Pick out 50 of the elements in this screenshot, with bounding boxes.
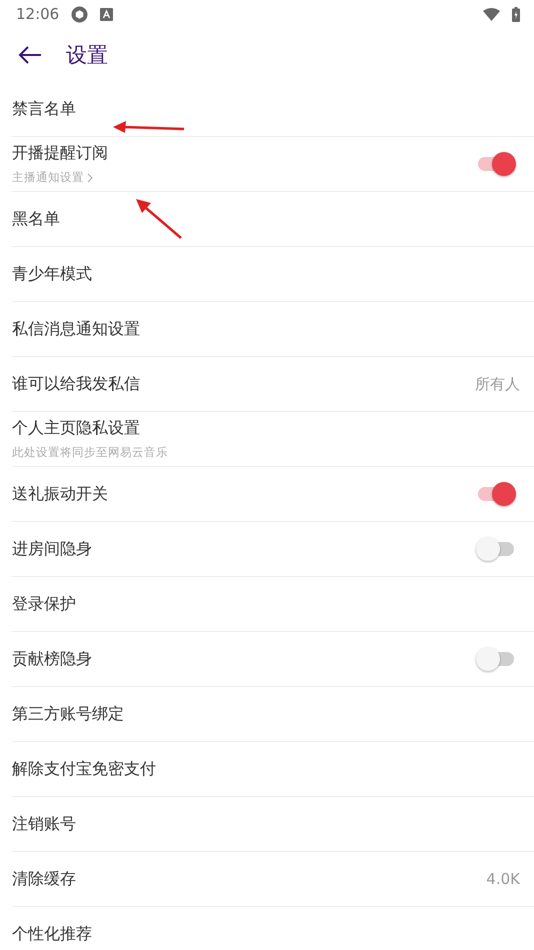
status-time: 12:06: [16, 5, 60, 23]
row-label: 清除缓存: [12, 868, 77, 890]
row-label: 黑名单: [12, 208, 61, 230]
row-label: 青少年模式: [12, 264, 93, 284]
row-subtitle: 此处设置将同步至网易云音乐: [12, 445, 169, 460]
wifi-icon: [483, 8, 500, 20]
toggle-switch[interactable]: [476, 152, 516, 176]
row-label: 开播提醒订阅: [12, 143, 109, 164]
settings-row[interactable]: 个性化推荐: [12, 907, 534, 950]
toggle-thumb[interactable]: [492, 152, 516, 176]
row-label: 进房间隐身: [12, 538, 93, 560]
row-label: 解除支付宝免密支付: [12, 758, 157, 780]
toggle-thumb[interactable]: [476, 537, 500, 561]
settings-row[interactable]: 注销账号: [12, 797, 534, 852]
settings-row[interactable]: 开播提醒订阅 主播通知设置: [12, 137, 534, 192]
toggle-switch[interactable]: [476, 647, 516, 671]
row-label: 个性化推荐: [12, 924, 93, 944]
keyboard-a-icon: [100, 8, 114, 20]
row-value: 4.0K: [486, 870, 520, 888]
settings-row[interactable]: 个人主页隐私设置 此处设置将同步至网易云音乐: [12, 412, 534, 467]
row-label: 注销账号: [12, 814, 77, 834]
aperture-icon: [71, 6, 88, 22]
settings-row[interactable]: 进房间隐身: [12, 522, 534, 577]
settings-row[interactable]: 青少年模式: [12, 247, 534, 302]
back-arrow-icon[interactable]: [18, 45, 42, 65]
page-title: 设置: [66, 42, 108, 69]
toggle-switch[interactable]: [476, 537, 516, 561]
chevron-right-icon: [87, 172, 93, 182]
battery-charging-icon: [512, 6, 520, 22]
row-label: 谁可以给我发私信: [12, 374, 141, 394]
row-label: 私信消息通知设置: [12, 318, 141, 340]
row-label: 第三方账号绑定: [12, 704, 125, 724]
row-label: 登录保护: [12, 594, 77, 614]
row-value: 所有人: [475, 374, 520, 394]
settings-row[interactable]: 送礼振动开关: [12, 467, 534, 522]
row-label: 禁言名单: [12, 98, 77, 120]
settings-row[interactable]: 贡献榜隐身: [12, 632, 534, 687]
settings-row[interactable]: 清除缓存 4.0K: [12, 852, 534, 907]
settings-row[interactable]: 第三方账号绑定: [12, 687, 534, 742]
row-label: 送礼振动开关: [12, 484, 109, 504]
toggle-thumb[interactable]: [492, 482, 516, 506]
settings-row[interactable]: 私信消息通知设置: [12, 302, 534, 357]
toggle-thumb[interactable]: [476, 647, 500, 671]
annotation-arrow: [134, 196, 184, 242]
settings-row[interactable]: 解除支付宝免密支付: [12, 742, 534, 797]
row-label: 贡献榜隐身: [12, 648, 93, 670]
settings-row[interactable]: 谁可以给我发私信 所有人: [12, 357, 534, 412]
settings-row[interactable]: 登录保护: [12, 577, 534, 632]
toggle-switch[interactable]: [476, 482, 516, 506]
row-label: 个人主页隐私设置: [12, 418, 141, 439]
